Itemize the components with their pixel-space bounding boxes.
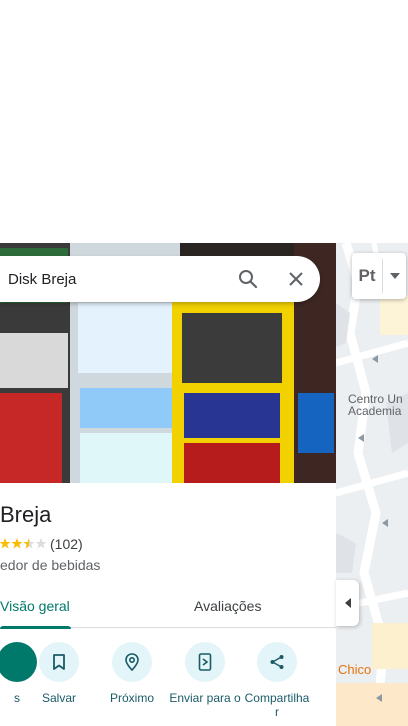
rating-stars — [0, 538, 46, 550]
save-button[interactable]: Salvar — [23, 642, 95, 705]
send-to-phone-label: Enviar para o — [169, 691, 241, 705]
clear-search-button[interactable] — [272, 256, 320, 302]
place-name: Breja — [0, 502, 52, 527]
save-label: Salvar — [41, 691, 76, 705]
tab-overview[interactable]: Visão geral — [0, 583, 72, 629]
map-streets — [336, 243, 408, 726]
map-label-chico: Chico — [338, 662, 372, 677]
active-tab-indicator — [0, 626, 71, 629]
share-icon-circle — [257, 642, 297, 682]
share-button[interactable]: Compartilha r — [241, 642, 313, 719]
send-to-phone-button[interactable]: Enviar para o — [169, 642, 241, 705]
nearby-icon-circle — [112, 642, 152, 682]
tab-overview-label: Visão geral — [0, 597, 70, 614]
save-icon-circle — [39, 642, 79, 682]
bookmark-icon — [53, 654, 65, 670]
place-category[interactable]: edor de bebidas — [0, 557, 100, 573]
send-icon-circle — [185, 642, 225, 682]
star-rating-icon — [0, 538, 46, 549]
tab-reviews-label: Avaliações — [194, 597, 262, 614]
screen: Centro Un Academia Chico Pt Breja (102) … — [0, 0, 408, 726]
share-label: Compartilha r — [244, 691, 310, 719]
close-icon — [289, 272, 303, 286]
search-button[interactable] — [224, 256, 272, 302]
chevron-left-icon — [344, 598, 351, 608]
map-label-center-line2: Academia — [348, 404, 402, 418]
tab-reviews[interactable]: Avaliações — [194, 583, 261, 628]
search-bar[interactable]: Disk Breja — [0, 256, 320, 302]
collapse-panel-button[interactable] — [336, 580, 359, 626]
rating-row: (102) — [0, 536, 83, 552]
search-icon — [239, 270, 258, 289]
layer-control[interactable]: Pt — [352, 253, 406, 299]
nearby-icon — [125, 653, 139, 671]
send-to-phone-icon — [198, 653, 212, 671]
caret-down-icon[interactable] — [383, 273, 406, 279]
share-icon — [270, 655, 284, 669]
map[interactable]: Centro Un Academia Chico — [336, 243, 408, 726]
nearby-button[interactable]: Próximo — [96, 642, 168, 705]
review-count[interactable]: (102) — [50, 536, 83, 552]
search-input[interactable]: Disk Breja — [0, 271, 224, 288]
layer-language-label: Pt — [358, 266, 376, 285]
nearby-label: Próximo — [109, 691, 154, 705]
place-tabs: Visão geral Avaliações — [0, 583, 336, 629]
